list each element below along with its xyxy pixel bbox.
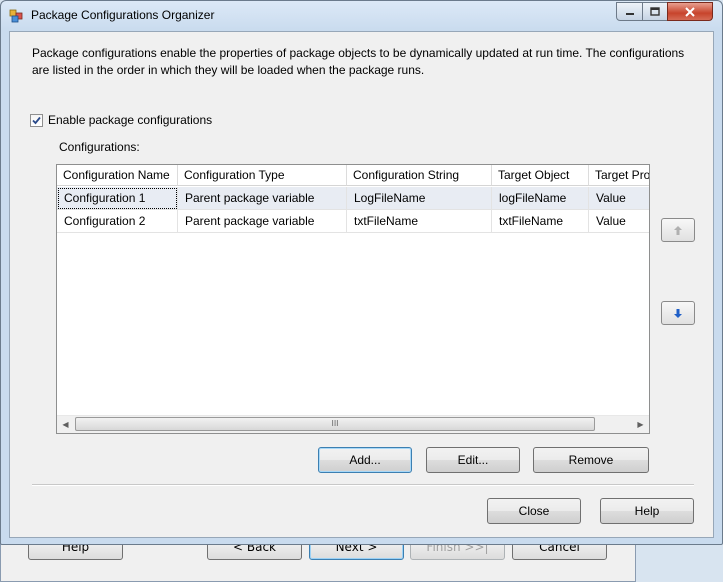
arrow-down-icon bbox=[674, 309, 682, 318]
column-header-configuration-name[interactable]: Configuration Name bbox=[57, 165, 178, 186]
cell-target-object[interactable]: logFileName bbox=[492, 187, 589, 210]
configurations-label: Configurations: bbox=[59, 140, 140, 154]
package-configurations-dialog: Package Configurations Organizer Package… bbox=[0, 0, 723, 545]
horizontal-scrollbar[interactable]: ◀ III ▶ bbox=[57, 415, 649, 433]
close-button[interactable]: Close bbox=[487, 498, 581, 524]
help-button[interactable]: Help bbox=[600, 498, 694, 524]
minimize-icon bbox=[625, 13, 634, 15]
grid-header: Configuration Name Configuration Type Co… bbox=[57, 165, 649, 187]
minimize-button[interactable] bbox=[616, 2, 643, 21]
title-bar: Package Configurations Organizer bbox=[1, 1, 722, 31]
cell-target-property[interactable]: Value bbox=[589, 187, 649, 210]
column-header-target-property[interactable]: Target Pro bbox=[589, 165, 649, 186]
scroll-right-icon[interactable]: ▶ bbox=[632, 416, 649, 433]
checkmark-icon bbox=[32, 116, 41, 125]
move-up-button[interactable] bbox=[661, 218, 695, 242]
cell-target-property[interactable]: Value bbox=[589, 210, 649, 233]
enable-configurations-label[interactable]: Enable package configurations bbox=[48, 113, 212, 127]
move-down-button[interactable] bbox=[661, 301, 695, 325]
description-text: Package configurations enable the proper… bbox=[32, 46, 685, 77]
cell-configuration-type[interactable]: Parent package variable bbox=[178, 187, 347, 210]
scroll-left-icon[interactable]: ◀ bbox=[57, 416, 74, 433]
edit-button[interactable]: Edit... bbox=[426, 447, 520, 473]
arrow-up-icon bbox=[674, 226, 682, 235]
cell-target-object[interactable]: txtFileName bbox=[492, 210, 589, 233]
cell-configuration-name[interactable]: Configuration 2 bbox=[57, 210, 178, 233]
cell-configuration-string[interactable]: txtFileName bbox=[347, 210, 492, 233]
column-header-configuration-type[interactable]: Configuration Type bbox=[178, 165, 347, 186]
remove-button[interactable]: Remove bbox=[533, 447, 649, 473]
close-window-button[interactable] bbox=[667, 2, 713, 21]
cell-configuration-name[interactable]: Configuration 1 bbox=[57, 187, 178, 210]
dialog-client-area: Package configurations enable the proper… bbox=[9, 31, 714, 538]
add-button[interactable]: Add... bbox=[318, 447, 412, 473]
configurations-grid[interactable]: Configuration Name Configuration Type Co… bbox=[56, 164, 650, 434]
column-header-target-object[interactable]: Target Object bbox=[492, 165, 589, 186]
enable-configurations-checkbox[interactable] bbox=[30, 114, 43, 127]
window-title: Package Configurations Organizer bbox=[31, 8, 215, 22]
divider bbox=[32, 484, 694, 486]
scrollbar-thumb[interactable]: III bbox=[75, 417, 595, 431]
cell-configuration-string[interactable]: LogFileName bbox=[347, 187, 492, 210]
table-row[interactable]: Configuration 1 Parent package variable … bbox=[57, 187, 649, 210]
cell-configuration-type[interactable]: Parent package variable bbox=[178, 210, 347, 233]
app-icon bbox=[9, 9, 23, 23]
maximize-icon bbox=[650, 7, 660, 16]
maximize-button[interactable] bbox=[642, 2, 668, 21]
column-header-configuration-string[interactable]: Configuration String bbox=[347, 165, 492, 186]
close-icon bbox=[685, 7, 695, 17]
table-row[interactable]: Configuration 2 Parent package variable … bbox=[57, 210, 649, 233]
